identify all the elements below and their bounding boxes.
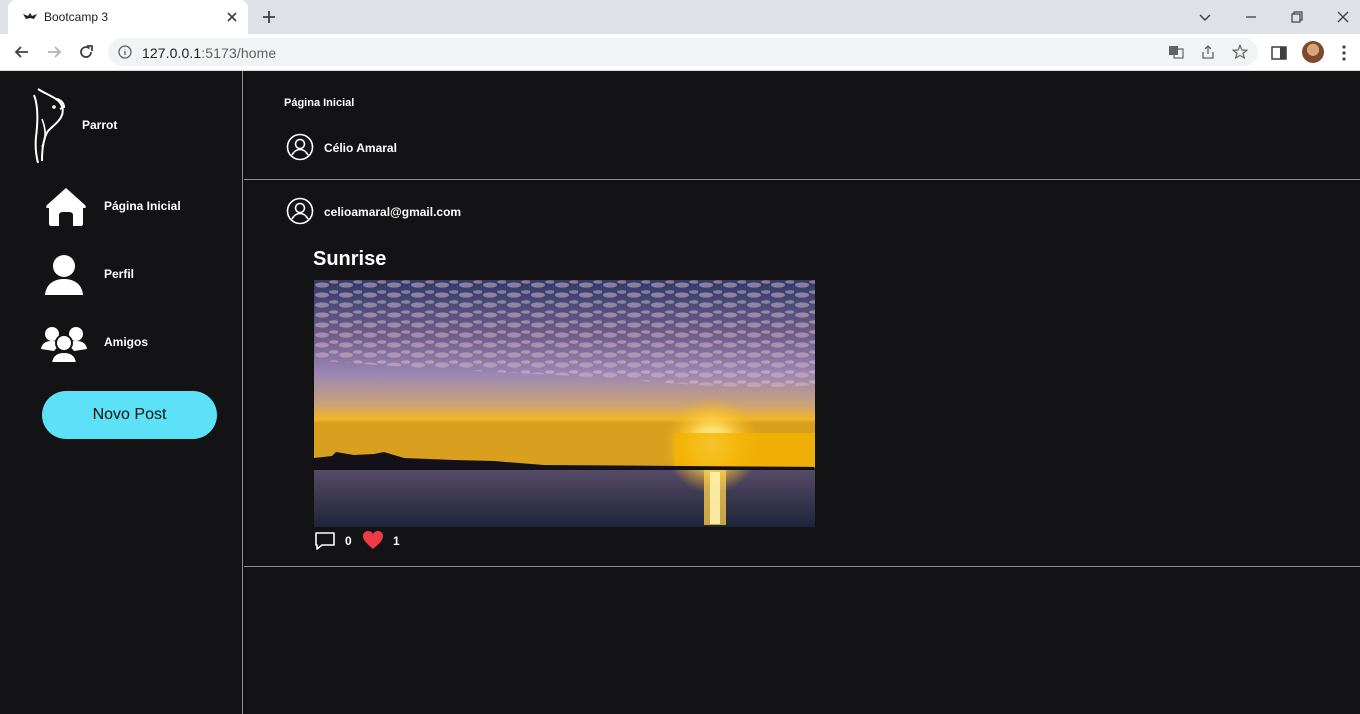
browser-tab[interactable]: Bootcamp 3 xyxy=(8,0,248,34)
parrot-logo-icon xyxy=(33,88,66,164)
share-icon[interactable] xyxy=(1200,44,1216,60)
post-author-email: celioamaral@gmail.com xyxy=(324,205,462,219)
close-window-icon[interactable] xyxy=(1332,6,1354,28)
profile-avatar[interactable] xyxy=(1302,41,1324,63)
sidebar-item-home[interactable]: Página Inicial xyxy=(38,183,238,229)
post-title: Sunrise xyxy=(313,248,387,270)
site-info-icon[interactable] xyxy=(118,45,132,59)
restore-icon[interactable] xyxy=(1286,6,1308,28)
browser-tabstrip: Bootcamp 3 xyxy=(0,0,1360,34)
user-icon xyxy=(45,255,83,295)
reload-icon[interactable] xyxy=(76,42,96,62)
sidebar-item-profile[interactable]: Perfil xyxy=(38,251,238,297)
sidebar-item-friends[interactable]: Amigos xyxy=(38,319,238,365)
post-image[interactable] xyxy=(314,280,815,527)
user-circle-icon xyxy=(286,197,314,225)
brand-name: Parrot xyxy=(82,118,118,132)
address-bar[interactable]: 127.0.0.1:5173/home xyxy=(108,38,1258,66)
new-post-button[interactable]: Novo Post xyxy=(42,391,217,439)
comment-icon[interactable] xyxy=(314,531,336,551)
url-text: 127.0.0.1:5173/home xyxy=(142,45,276,61)
divider xyxy=(244,179,1360,180)
new-tab-icon[interactable] xyxy=(260,8,278,26)
like-count: 1 xyxy=(393,534,400,548)
sidebar: Parrot Página Inicial Perfil Amigos Novo… xyxy=(0,71,243,714)
close-tab-icon[interactable] xyxy=(224,9,240,25)
page-title: Página Inicial xyxy=(284,97,355,109)
favicon-icon xyxy=(23,13,37,19)
sidebar-item-label: Amigos xyxy=(104,335,149,349)
tab-title: Bootcamp 3 xyxy=(44,10,109,24)
divider xyxy=(244,566,1360,567)
tab-search-icon[interactable] xyxy=(1194,6,1216,28)
sidebar-item-label: Página Inicial xyxy=(104,199,181,213)
sidebar-item-label: Perfil xyxy=(104,267,135,281)
menu-dots-icon[interactable] xyxy=(1335,44,1353,62)
friends-icon xyxy=(41,327,87,363)
home-icon xyxy=(46,188,86,226)
current-user-name: Célio Amaral xyxy=(324,141,397,155)
minimize-icon[interactable] xyxy=(1240,6,1262,28)
side-panel-icon[interactable] xyxy=(1270,44,1288,62)
bookmark-star-icon[interactable] xyxy=(1232,44,1248,60)
app: Parrot Página Inicial Perfil Amigos Novo… xyxy=(0,71,1360,714)
forward-icon[interactable] xyxy=(44,42,64,62)
heart-icon[interactable] xyxy=(362,530,384,550)
main-feed: Página Inicial Célio Amaral celioamaral@… xyxy=(244,71,1360,714)
back-icon[interactable] xyxy=(12,42,32,62)
url-path: :5173/home xyxy=(201,45,277,61)
user-circle-icon xyxy=(286,133,314,161)
comment-count: 0 xyxy=(345,534,352,548)
browser-toolbar: 127.0.0.1:5173/home xyxy=(0,34,1360,71)
url-host: 127.0.0.1 xyxy=(142,45,202,61)
translate-icon[interactable] xyxy=(1168,44,1184,60)
